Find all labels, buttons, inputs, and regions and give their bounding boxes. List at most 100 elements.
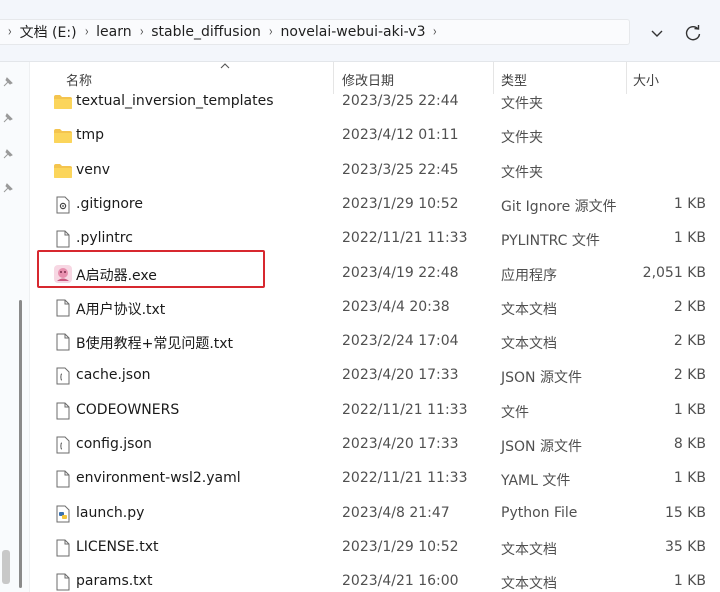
document-icon bbox=[56, 333, 70, 351]
file-name: A用户协议.txt bbox=[76, 301, 166, 318]
file-type: Git Ignore 源文件 bbox=[501, 198, 617, 215]
file-date: 2022/11/21 11:33 bbox=[342, 470, 468, 487]
file-name: config.json bbox=[76, 436, 152, 452]
document-icon bbox=[56, 230, 70, 248]
file-size: 1 KB bbox=[673, 573, 706, 590]
folder-icon bbox=[54, 129, 72, 144]
breadcrumb-item-this-pc[interactable]: 脑 bbox=[0, 22, 7, 42]
file-type: Python File bbox=[501, 504, 578, 521]
file-type: 应用程序 bbox=[501, 267, 557, 284]
file-date: 2023/3/25 22:44 bbox=[342, 93, 459, 109]
breadcrumb-separator[interactable]: › bbox=[433, 24, 437, 40]
file-name: launch.py bbox=[76, 504, 145, 521]
folder-icon bbox=[54, 163, 72, 178]
file-type: 文件夹 bbox=[501, 164, 543, 181]
file-list: textual_inversion_templates 2023/3/25 22:… bbox=[30, 84, 720, 592]
file-row[interactable]: .gitignore 2023/1/29 10:52 Git Ignore 源文件 1… bbox=[50, 188, 720, 222]
file-row[interactable]: textual_inversion_templates 2023/3/25 22:… bbox=[50, 85, 720, 119]
document-icon bbox=[56, 402, 70, 420]
file-date: 2023/4/19 22:48 bbox=[342, 264, 459, 281]
file-name: venv bbox=[76, 161, 111, 178]
file-type: 文件 bbox=[501, 404, 529, 421]
file-date: 2023/4/8 21:47 bbox=[342, 504, 450, 521]
file-date: 2023/2/24 17:04 bbox=[342, 333, 459, 350]
file-row[interactable]: cache.json 2023/4/20 17:33 JSON 源文件 2 KB bbox=[50, 359, 720, 393]
breadcrumb-item-stable-diffusion[interactable]: stable_diffusion bbox=[144, 24, 268, 40]
file-date: 2022/11/21 11:33 bbox=[342, 401, 468, 418]
file-date: 2023/4/21 16:00 bbox=[342, 573, 459, 590]
file-type: YAML 文件 bbox=[501, 473, 571, 490]
file-size: 1 KB bbox=[673, 230, 706, 247]
file-type: 文件夹 bbox=[501, 130, 543, 147]
file-size: 35 KB bbox=[664, 538, 706, 555]
file-date: 2023/1/29 10:52 bbox=[342, 195, 459, 212]
document-icon bbox=[56, 470, 70, 488]
file-name: .gitignore bbox=[76, 195, 143, 212]
file-row[interactable]: launch.py 2023/4/8 21:47 Python File 15 KB bbox=[50, 497, 720, 531]
file-type: 文件夹 bbox=[501, 96, 543, 112]
chevron-down-icon[interactable] bbox=[648, 24, 666, 42]
refresh-icon[interactable] bbox=[682, 22, 704, 44]
file-type: 文本文档 bbox=[501, 541, 557, 558]
file-name: B使用教程+常见问题.txt bbox=[76, 336, 234, 353]
file-name: cache.json bbox=[76, 367, 151, 384]
file-row[interactable]: CODEOWNERS 2022/11/21 11:33 文件 1 KB bbox=[50, 394, 720, 428]
pin-icon bbox=[3, 183, 13, 193]
file-row[interactable]: .pylintrc 2022/11/21 11:33 PYLINTRC 文件 1 KB bbox=[50, 222, 720, 256]
file-size: 1 KB bbox=[673, 195, 706, 212]
file-size: 2 KB bbox=[673, 298, 706, 315]
settings-file-icon bbox=[56, 196, 70, 214]
file-type: 文本文档 bbox=[501, 576, 557, 592]
file-size: 2 KB bbox=[673, 333, 706, 350]
file-size: 15 KB bbox=[664, 504, 706, 521]
breadcrumb-separator[interactable]: › bbox=[139, 24, 143, 40]
file-type: PYLINTRC 文件 bbox=[501, 233, 600, 250]
breadcrumb-item-novelai-webui[interactable]: novelai-webui-aki-v3 bbox=[274, 24, 433, 40]
file-date: 2022/11/21 11:33 bbox=[342, 230, 468, 247]
file-name: LICENSE.txt bbox=[76, 538, 159, 555]
file-row[interactable]: A用户协议.txt 2023/4/4 20:38 文本文档 2 KB bbox=[50, 291, 720, 325]
breadcrumb-item-learn[interactable]: learn bbox=[89, 24, 138, 40]
file-date: 2023/4/4 20:38 bbox=[342, 298, 450, 315]
file-type: 文本文档 bbox=[501, 301, 557, 318]
file-size: 1 KB bbox=[673, 401, 706, 418]
navigation-pane[interactable] bbox=[0, 62, 30, 592]
file-date: 2023/4/20 17:33 bbox=[342, 436, 459, 452]
breadcrumb-separator[interactable]: › bbox=[8, 24, 12, 40]
file-name: params.txt bbox=[76, 573, 153, 590]
file-row[interactable]: venv 2023/3/25 22:45 文件夹 bbox=[50, 154, 720, 188]
pin-icon bbox=[3, 113, 13, 123]
json-file-icon bbox=[56, 367, 70, 385]
document-icon bbox=[56, 299, 70, 317]
breadcrumb-separator[interactable]: › bbox=[269, 24, 273, 40]
breadcrumb[interactable]: 脑 › 文档 (E:) › learn › stable_diffusion ›… bbox=[0, 19, 630, 45]
file-row[interactable]: B使用教程+常见问题.txt 2023/2/24 17:04 文本文档 2 KB bbox=[50, 325, 720, 359]
file-name: CODEOWNERS bbox=[76, 401, 180, 418]
file-name: tmp bbox=[76, 127, 105, 144]
file-date: 2023/4/12 01:11 bbox=[342, 127, 459, 144]
python-file-icon bbox=[56, 505, 70, 523]
file-row[interactable]: environment-wsl2.yaml 2022/11/21 11:33 YAM… bbox=[50, 462, 720, 496]
document-icon bbox=[56, 573, 70, 591]
file-row[interactable]: tmp 2023/4/12 01:11 文件夹 bbox=[50, 119, 720, 153]
file-row[interactable]: config.json 2023/4/20 17:33 JSON 源文件 8 KB bbox=[50, 428, 720, 462]
file-date: 2023/3/25 22:45 bbox=[342, 161, 459, 178]
file-date: 2023/1/29 10:52 bbox=[342, 538, 459, 555]
file-name: environment-wsl2.yaml bbox=[76, 470, 241, 487]
breadcrumb-separator[interactable]: › bbox=[84, 24, 88, 40]
document-icon bbox=[56, 539, 70, 557]
breadcrumb-item-drive-e[interactable]: 文档 (E:) bbox=[13, 22, 84, 42]
file-size: 2 KB bbox=[673, 367, 706, 384]
file-date: 2023/4/20 17:33 bbox=[342, 367, 459, 384]
file-row[interactable]: params.txt 2023/4/21 16:00 文本文档 1 KB bbox=[50, 565, 720, 592]
folder-icon bbox=[54, 95, 72, 109]
file-name: A启动器.exe bbox=[76, 267, 157, 284]
file-size: 2,051 KB bbox=[642, 264, 706, 281]
scrollbar-thumb[interactable] bbox=[19, 300, 22, 588]
file-size: 1 KB bbox=[673, 470, 706, 487]
app-icon bbox=[54, 264, 72, 283]
scrollbar-handle[interactable] bbox=[2, 550, 10, 584]
file-name: textual_inversion_templates bbox=[76, 93, 274, 109]
file-row[interactable]: A启动器.exe 2023/4/19 22:48 应用程序 2,051 KB bbox=[50, 257, 720, 291]
file-row[interactable]: LICENSE.txt 2023/1/29 10:52 文本文档 35 KB bbox=[50, 531, 720, 565]
